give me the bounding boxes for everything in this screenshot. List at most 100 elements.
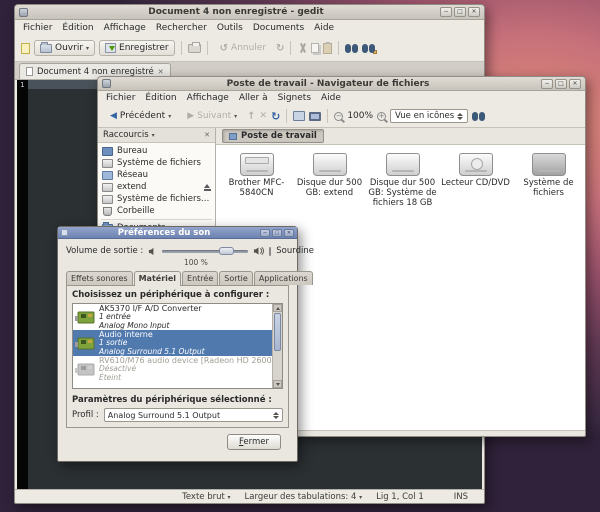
sidebar-item-bureau[interactable]: Bureau bbox=[98, 145, 215, 157]
sound-titlebar[interactable]: Préférences du son − □ ✕ bbox=[58, 227, 297, 239]
fm-item-systeme-de-fichiers[interactable]: Système de fichiers bbox=[512, 153, 585, 199]
back-button[interactable]: ◀ Précédent ▾ bbox=[104, 108, 177, 124]
up-icon[interactable]: ↑ bbox=[247, 111, 255, 122]
tab-close-icon[interactable]: ✕ bbox=[158, 68, 164, 76]
fm-item-disque-18gb[interactable]: Disque dur 500 GB: Système de fichiers 1… bbox=[366, 153, 439, 208]
device-row-ak5370[interactable]: AK5370 I/F A/D Converter 1 entrée Analog… bbox=[73, 304, 272, 330]
eject-icon[interactable] bbox=[203, 184, 211, 191]
tab-label: Document 4 non enregistré bbox=[37, 67, 154, 77]
speaker-high-icon bbox=[253, 246, 264, 256]
gedit-maximize-icon[interactable]: □ bbox=[454, 7, 466, 17]
sidebar-item-corbeille[interactable]: Corbeille bbox=[98, 205, 215, 217]
stop-icon[interactable]: ✕ bbox=[260, 111, 268, 121]
save-button[interactable]: Enregistrer bbox=[99, 40, 175, 56]
volume-slider[interactable] bbox=[162, 246, 248, 256]
back-icon: ◀ bbox=[110, 111, 117, 121]
fm-close-icon[interactable]: ✕ bbox=[569, 79, 581, 89]
search-icon[interactable] bbox=[345, 44, 358, 53]
gedit-menu-edition[interactable]: Édition bbox=[61, 23, 94, 33]
device-list-scrollbar[interactable] bbox=[272, 304, 282, 388]
zoom-out-icon[interactable]: − bbox=[334, 112, 343, 121]
copy-icon[interactable] bbox=[311, 43, 319, 53]
fm-menu-aller-a[interactable]: Aller à bbox=[238, 93, 269, 103]
fm-menu-signets[interactable]: Signets bbox=[277, 93, 312, 103]
refresh-icon[interactable]: ↻ bbox=[271, 110, 280, 123]
open-dropdown-icon[interactable]: ▾ bbox=[86, 45, 89, 52]
fm-toolbar: ◀ Précédent ▾ ▶ Suivant ▾ ↑ ✕ ↻ − 100% +… bbox=[98, 105, 585, 128]
fm-titlebar[interactable]: Poste de travail - Navigateur de fichier… bbox=[98, 77, 585, 91]
fm-item-brother-printer[interactable]: Brother MFC-5840CN bbox=[220, 153, 293, 199]
device-row-rv610[interactable]: RV610/M76 audio device [Radeon HD 2600 S… bbox=[73, 356, 272, 382]
location-button[interactable]: Poste de travail bbox=[222, 129, 324, 143]
paste-icon[interactable] bbox=[323, 43, 332, 54]
sound-maximize-icon[interactable]: □ bbox=[272, 229, 282, 237]
sound-close-icon[interactable]: ✕ bbox=[284, 229, 294, 237]
sound-minimize-icon[interactable]: − bbox=[260, 229, 270, 237]
sidebar-header-dropdown[interactable]: Raccourcis ▾ ✕ bbox=[98, 128, 215, 143]
tab-entree[interactable]: Entrée bbox=[182, 271, 218, 285]
device-row-saa7131[interactable]: SAA7131/SAA7133/SAA7135 Video Broadcast … bbox=[73, 382, 272, 389]
sound-preferences-dialog: Préférences du son − □ ✕ Volume de sorti… bbox=[57, 226, 298, 462]
output-volume-label: Volume de sortie : bbox=[66, 246, 143, 256]
sidebar-close-icon[interactable]: ✕ bbox=[204, 131, 210, 139]
sidebar-item-reseau[interactable]: Réseau bbox=[98, 169, 215, 181]
fm-maximize-icon[interactable]: □ bbox=[555, 79, 567, 89]
gedit-menu-aide[interactable]: Aide bbox=[313, 23, 335, 33]
fm-item-disque-extend[interactable]: Disque dur 500 GB: extend bbox=[293, 153, 366, 199]
fm-app-icon bbox=[102, 79, 111, 88]
drive-icon bbox=[102, 183, 113, 192]
choose-device-label: Choisissez un périphérique à configurer … bbox=[72, 290, 283, 300]
gedit-menu-fichier[interactable]: Fichier bbox=[22, 23, 53, 33]
gedit-titlebar[interactable]: Document 4 non enregistré - gedit − □ ✕ bbox=[15, 5, 484, 20]
tab-applications[interactable]: Applications bbox=[254, 271, 313, 285]
spinner-arrows-icon bbox=[457, 113, 463, 120]
new-document-icon[interactable] bbox=[21, 43, 30, 54]
computer-icon[interactable] bbox=[309, 112, 321, 121]
gedit-minimize-icon[interactable]: − bbox=[440, 7, 452, 17]
pencil-badge-icon bbox=[373, 50, 377, 54]
fm-menu-affichage[interactable]: Affichage bbox=[186, 93, 230, 103]
mute-checkbox[interactable] bbox=[269, 247, 271, 256]
search-replace-icon[interactable] bbox=[362, 44, 375, 53]
redo-icon[interactable]: ↻ bbox=[276, 43, 284, 54]
language-mode-dropdown[interactable]: Texte brut ▾ bbox=[182, 492, 230, 502]
home-folder-icon[interactable] bbox=[293, 111, 305, 121]
slider-handle[interactable] bbox=[219, 247, 234, 255]
scrollbar-thumb[interactable] bbox=[274, 313, 281, 351]
undo-button[interactable]: ↺ Annuler bbox=[214, 40, 272, 57]
device-list[interactable]: AK5370 I/F A/D Converter 1 entrée Analog… bbox=[72, 303, 283, 389]
gedit-menu-affichage[interactable]: Affichage bbox=[103, 23, 147, 33]
device-row-audio-interne[interactable]: Audio interne 1 sortie Analog Surround 5… bbox=[73, 330, 272, 356]
profile-select[interactable]: Analog Surround 5.1 Output bbox=[104, 408, 283, 422]
scroll-up-icon[interactable] bbox=[273, 304, 282, 312]
tab-width-dropdown[interactable]: Largeur des tabulations: 4 ▾ bbox=[245, 492, 363, 502]
tab-sortie[interactable]: Sortie bbox=[219, 271, 253, 285]
view-mode-select[interactable]: Vue en icônes bbox=[390, 109, 468, 123]
forward-icon: ▶ bbox=[187, 111, 194, 121]
line-number-gutter: 1 bbox=[17, 80, 28, 489]
scroll-down-icon[interactable] bbox=[273, 380, 282, 388]
tab-materiel[interactable]: Matériel bbox=[134, 271, 181, 286]
forward-button[interactable]: ▶ Suivant ▾ bbox=[181, 108, 243, 124]
print-icon[interactable] bbox=[188, 44, 201, 53]
sidebar-item-extend[interactable]: extend bbox=[98, 181, 215, 193]
fm-item-lecteur-cd-dvd[interactable]: Lecteur CD/DVD bbox=[439, 153, 512, 189]
sidebar-item-systeme-de-fichiers[interactable]: Système de fichiers bbox=[98, 157, 215, 169]
open-button[interactable]: Ouvrir ▾ bbox=[34, 40, 95, 56]
fm-menu-fichier[interactable]: Fichier bbox=[105, 93, 136, 103]
fm-menu-edition[interactable]: Édition bbox=[144, 93, 177, 103]
fm-search-icon[interactable] bbox=[472, 112, 485, 121]
cut-icon[interactable] bbox=[297, 43, 307, 53]
close-dialog-button[interactable]: Fermer bbox=[227, 434, 281, 450]
sidebar-item-systeme-18gb[interactable]: Système de fichiers 18 GB bbox=[98, 193, 215, 205]
volume-value: 100 % bbox=[66, 258, 289, 267]
fm-minimize-icon[interactable]: − bbox=[541, 79, 553, 89]
zoom-in-icon[interactable]: + bbox=[377, 112, 386, 121]
gedit-menu-rechercher[interactable]: Rechercher bbox=[155, 23, 208, 33]
back-dropdown-icon[interactable]: ▾ bbox=[168, 113, 171, 120]
tab-effets-sonores[interactable]: Effets sonores bbox=[66, 271, 133, 285]
gedit-close-icon[interactable]: ✕ bbox=[468, 7, 480, 17]
gedit-menu-outils[interactable]: Outils bbox=[216, 23, 244, 33]
fm-menu-aide[interactable]: Aide bbox=[320, 93, 342, 103]
gedit-menu-documents[interactable]: Documents bbox=[252, 23, 305, 33]
